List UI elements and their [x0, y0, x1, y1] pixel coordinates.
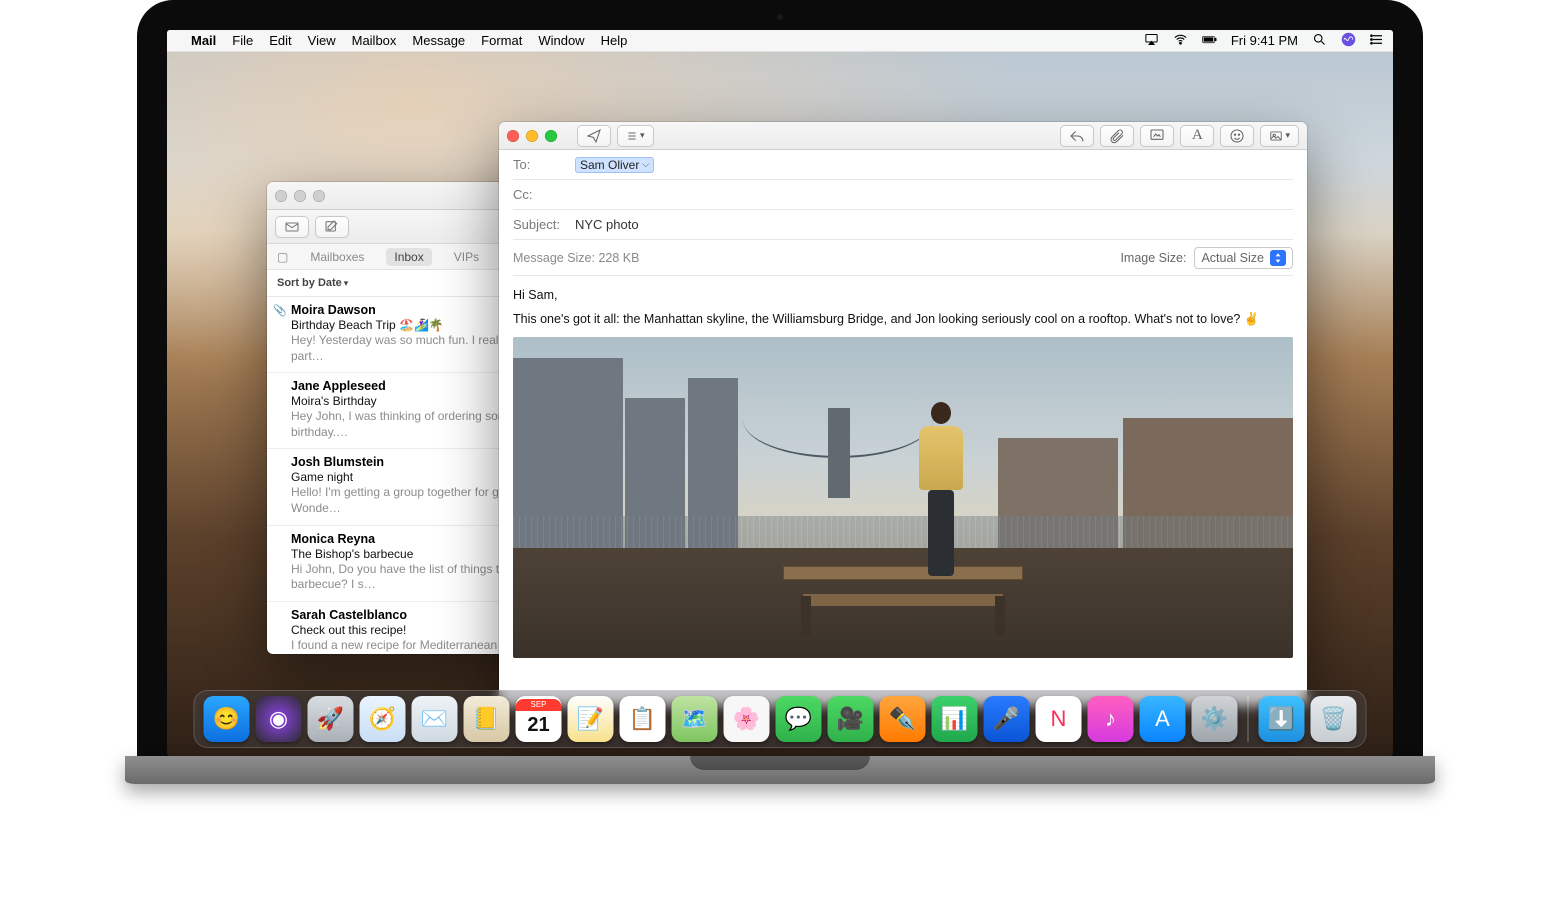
dock-news-icon[interactable]: N	[1036, 696, 1082, 742]
dock-facetime-icon[interactable]: 🎥	[828, 696, 874, 742]
attached-photo[interactable]	[513, 337, 1293, 658]
dock-calendar-icon[interactable]: SEP21	[516, 696, 562, 742]
to-label: To:	[513, 157, 575, 172]
dock-messages-icon[interactable]: 💬	[776, 696, 822, 742]
tab-mailboxes[interactable]: Mailboxes	[302, 248, 372, 266]
wifi-icon[interactable]	[1173, 32, 1188, 50]
dock-notes-icon[interactable]: 📝	[568, 696, 614, 742]
markup-button[interactable]	[1140, 125, 1174, 147]
tab-inbox[interactable]: Inbox	[386, 248, 431, 266]
dock-maps-icon[interactable]: 🗺️	[672, 696, 718, 742]
cc-label: Cc:	[513, 187, 575, 202]
subject-label: Subject:	[513, 217, 575, 232]
dock-downloads-icon[interactable]: ⬇️	[1259, 696, 1305, 742]
dock-numbers-icon[interactable]: 📊	[932, 696, 978, 742]
menu-file[interactable]: File	[232, 33, 253, 48]
tab-vips[interactable]: VIPs	[446, 248, 487, 266]
menu-mailbox[interactable]: Mailbox	[352, 33, 397, 48]
menu-message[interactable]: Message	[412, 33, 465, 48]
dock-pages-icon[interactable]: ✒️	[880, 696, 926, 742]
dock-appstore-icon[interactable]: A	[1140, 696, 1186, 742]
dock-safari-icon[interactable]: 🧭	[360, 696, 406, 742]
dock-finder-icon[interactable]: 😊	[204, 696, 250, 742]
siri-icon[interactable]	[1341, 32, 1356, 50]
reply-button[interactable]	[1060, 125, 1094, 147]
to-field[interactable]: Sam Oliver⌵	[575, 157, 1293, 173]
photo-browser-button[interactable]: ▾	[1260, 125, 1299, 147]
send-button[interactable]	[577, 125, 611, 147]
menu-window[interactable]: Window	[538, 33, 584, 48]
dock-siri-icon[interactable]: ◉	[256, 696, 302, 742]
subject-field[interactable]: NYC photo	[575, 217, 1293, 232]
notification-center-icon[interactable]	[1370, 32, 1385, 50]
body-greeting: Hi Sam,	[513, 288, 1293, 302]
attach-button[interactable]	[1100, 125, 1134, 147]
dock-contacts-icon[interactable]: 📒	[464, 696, 510, 742]
dock-mail-icon[interactable]: ✉️	[412, 696, 458, 742]
body-text: This one's got it all: the Manhattan sky…	[513, 312, 1293, 327]
mailbox-sidebar-icon[interactable]: ▢	[277, 250, 288, 264]
attachment-icon: 📎	[273, 304, 287, 317]
message-size-value: 228 KB	[598, 251, 639, 265]
emoji-button[interactable]	[1220, 125, 1254, 147]
get-mail-button[interactable]	[275, 216, 309, 238]
dock-launchpad-icon[interactable]: 🚀	[308, 696, 354, 742]
dock-systemprefs-icon[interactable]: ⚙️	[1192, 696, 1238, 742]
window-controls[interactable]	[275, 190, 325, 202]
menu-bar: Mail File Edit View Mailbox Message Form…	[167, 30, 1393, 52]
image-size-select[interactable]: Actual Size	[1194, 247, 1293, 269]
dock-photos-icon[interactable]: 🌸	[724, 696, 770, 742]
dock-reminders-icon[interactable]: 📋	[620, 696, 666, 742]
dock-keynote-icon[interactable]: 🎤	[984, 696, 1030, 742]
dock-trash-icon[interactable]: 🗑️	[1311, 696, 1357, 742]
menu-view[interactable]: View	[308, 33, 336, 48]
menu-help[interactable]: Help	[601, 33, 628, 48]
clock[interactable]: Fri 9:41 PM	[1231, 33, 1298, 48]
app-menu[interactable]: Mail	[191, 33, 216, 48]
message-size-label: Message Size:	[513, 251, 595, 265]
window-controls[interactable]	[507, 130, 557, 142]
message-body[interactable]: Hi Sam, This one's got it all: the Manha…	[499, 276, 1307, 672]
header-fields-button[interactable]: ▾	[617, 125, 654, 147]
compose-button[interactable]	[315, 216, 349, 238]
sort-dropdown[interactable]: Sort by Date▾	[277, 277, 348, 289]
menu-edit[interactable]: Edit	[269, 33, 291, 48]
image-size-label: Image Size:	[1120, 251, 1186, 265]
battery-icon[interactable]	[1202, 32, 1217, 50]
dock-itunes-icon[interactable]: ♪	[1088, 696, 1134, 742]
compose-window: ▾ A ▾ To: Sam Oliver⌵	[499, 122, 1307, 706]
spotlight-icon[interactable]	[1312, 32, 1327, 50]
airplay-icon[interactable]	[1144, 32, 1159, 50]
dock: 😊 ◉ 🚀 🧭 ✉️ 📒 SEP21 📝 📋 🗺️ 🌸 💬 🎥 ✒️ 📊 🎤 N…	[194, 690, 1367, 748]
format-button[interactable]: A	[1180, 125, 1214, 147]
menu-format[interactable]: Format	[481, 33, 522, 48]
